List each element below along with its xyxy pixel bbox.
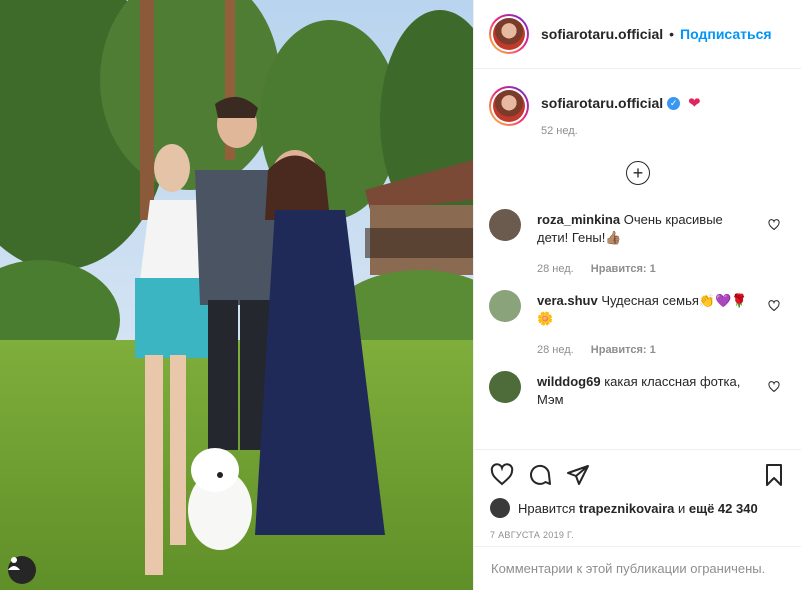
post-photo[interactable] (0, 0, 473, 590)
likes-prefix: Нравится (518, 500, 576, 516)
post-side-panel: sofiarotaru.official • Подписаться sofia… (473, 0, 801, 590)
liker-avatar[interactable] (490, 498, 510, 518)
commenter-avatar[interactable] (489, 209, 521, 241)
post-actions: Нравится trapeznikovaira и ещё 42 340 7 … (474, 449, 801, 540)
bookmark-icon[interactable] (762, 463, 786, 487)
caption-text: ❤ (688, 95, 701, 112)
commenter-avatar[interactable] (489, 371, 521, 403)
tagged-users-button[interactable] (8, 556, 36, 584)
separator-dot: • (669, 26, 675, 42)
user-tag-icon (8, 557, 20, 570)
commenter-username[interactable]: vera.shuv (537, 293, 598, 308)
comment-heart-icon[interactable] (768, 300, 780, 312)
post-caption: sofiarotaru.official ✓ ❤ 52 нед. (474, 70, 801, 137)
author-username[interactable]: sofiarotaru.official (541, 26, 663, 42)
liker-username[interactable]: trapeznikovaira (579, 501, 674, 516)
author-avatar[interactable] (489, 14, 529, 54)
likes-count-button[interactable]: ещё 42 340 (689, 501, 758, 516)
post-date[interactable]: 7 АВГУСТА 2019 Г. (490, 530, 786, 540)
comment-heart-icon[interactable] (768, 381, 780, 393)
load-more-comments-button[interactable]: + (474, 161, 801, 185)
caption-username[interactable]: sofiarotaru.official ✓ (541, 95, 681, 111)
comment-heart-icon[interactable] (768, 219, 780, 231)
comment-item: wilddog69 какая классная фотка, Мэм (474, 359, 801, 409)
comment-item: roza_minkina Очень красивые дети! Гены!👍… (474, 197, 801, 278)
post-header: sofiarotaru.official • Подписаться (474, 0, 801, 69)
commenter-username[interactable]: roza_minkina (537, 212, 620, 227)
follow-button[interactable]: Подписаться (680, 26, 772, 42)
likes-middle: и (678, 500, 686, 516)
paper-plane-icon[interactable] (566, 463, 590, 487)
heart-icon[interactable] (490, 463, 514, 487)
comment-likes[interactable]: Нравится: 1 (591, 263, 656, 275)
comment-time[interactable]: 28 нед. (537, 263, 574, 275)
verified-badge-icon: ✓ (667, 96, 681, 110)
comment-icon[interactable] (528, 463, 552, 487)
photo-illustration (0, 0, 473, 590)
comment-likes[interactable]: Нравится: 1 (591, 344, 656, 356)
likes-summary: Нравится trapeznikovaira и ещё 42 340 (490, 498, 786, 518)
caption-avatar[interactable] (489, 86, 529, 126)
plus-circle-icon: + (626, 161, 650, 185)
comment-time[interactable]: 28 нед. (537, 344, 574, 356)
comment-item: vera.shuv Чудесная семья👏💜🌹🌼 28 нед. Нра… (474, 278, 801, 359)
comments-limited-notice: Комментарии к этой публикации ограничены… (474, 546, 801, 590)
commenter-username[interactable]: wilddog69 (537, 374, 601, 389)
instagram-post: sofiarotaru.official • Подписаться sofia… (0, 0, 801, 590)
comments-list[interactable]: sofiarotaru.official ✓ ❤ 52 нед. + roza_… (474, 70, 801, 448)
caption-time[interactable]: 52 нед. (541, 125, 578, 137)
commenter-avatar[interactable] (489, 290, 521, 322)
